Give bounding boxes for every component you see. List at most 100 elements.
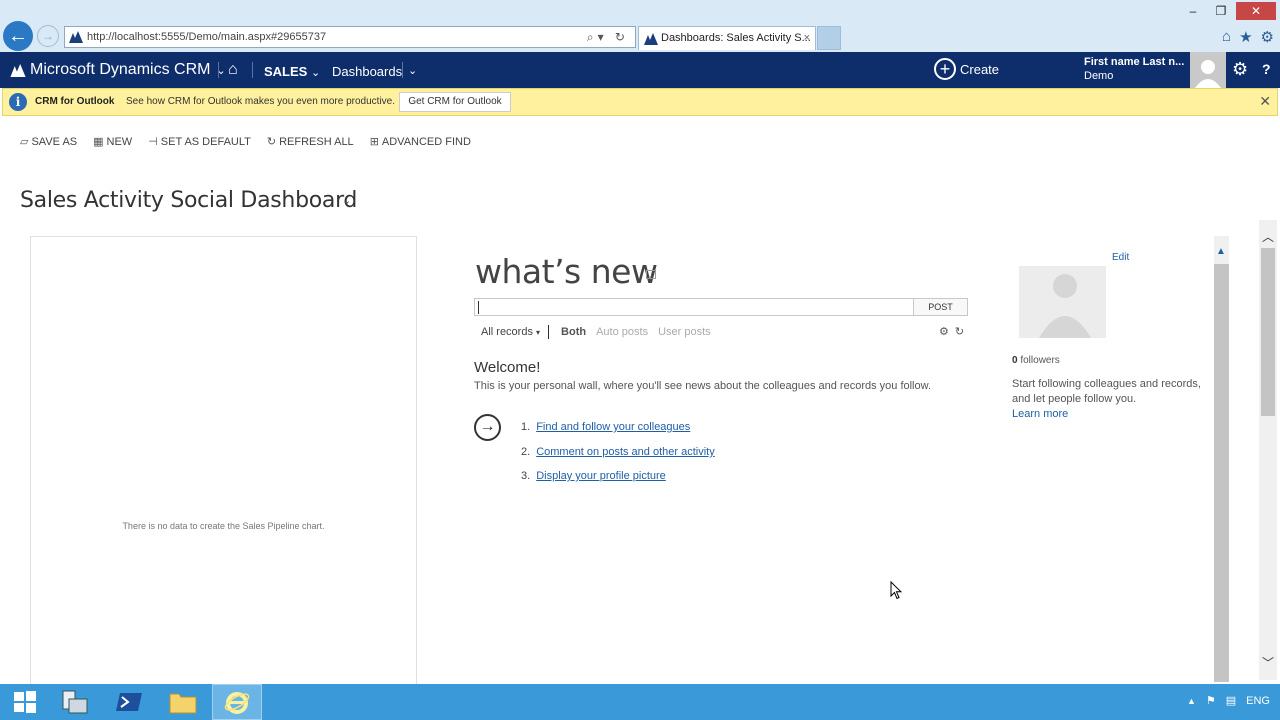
caret-down-icon: ▾ <box>536 328 541 337</box>
start-button[interactable] <box>0 684 50 720</box>
new-tab-button[interactable] <box>817 26 841 50</box>
scrollbar-thumb[interactable] <box>1261 248 1275 416</box>
sales-pipeline-chart-panel: There is no data to create the Sales Pip… <box>30 236 417 696</box>
chevron-down-icon[interactable]: ⌄ <box>408 64 417 77</box>
page-title: Sales Activity Social Dashboard <box>20 188 358 213</box>
plus-circle-icon: + <box>934 58 956 80</box>
filter-user-posts[interactable]: User posts <box>658 326 711 338</box>
find-follow-colleagues-link[interactable]: Find and follow your colleagues <box>536 421 690 433</box>
powershell-icon <box>116 693 142 711</box>
arrow-right-icon: → <box>474 414 501 441</box>
nav-divider <box>402 62 403 78</box>
scrollbar-thumb[interactable] <box>1214 264 1229 682</box>
close-window-button[interactable]: ✕ <box>1236 2 1276 20</box>
action-center-icon[interactable]: ⚑ <box>1206 694 1216 707</box>
address-bar[interactable]: http://localhost:5555/Demo/main.aspx#296… <box>64 26 636 48</box>
avatar[interactable] <box>1190 52 1226 88</box>
get-crm-outlook-button[interactable]: Get CRM for Outlook <box>399 92 511 112</box>
chevron-down-icon[interactable]: ⌄ <box>342 194 351 207</box>
user-name: First name Last n... <box>1084 56 1185 68</box>
learn-more-link[interactable]: Learn more <box>1012 408 1068 420</box>
settings-icon[interactable]: ⚙ <box>939 326 955 338</box>
chart-empty-message: There is no data to create the Sales Pip… <box>122 521 325 531</box>
internet-explorer-button[interactable] <box>212 684 262 720</box>
file-explorer-button[interactable] <box>158 684 208 720</box>
restore-button[interactable]: ❐ <box>1208 2 1234 20</box>
advanced-find-button[interactable]: ⊞ ADVANCED FIND <box>369 135 471 149</box>
tools-icon[interactable]: ⚙ <box>1261 28 1274 46</box>
server-manager-button[interactable] <box>50 684 100 720</box>
welcome-subtitle: This is your personal wall, where you'll… <box>474 380 932 392</box>
nav-divider <box>218 62 219 78</box>
forward-icon[interactable]: → <box>37 25 59 47</box>
search-icon[interactable]: ⌕▾ ↻ <box>587 27 629 47</box>
wall-scrollbar[interactable]: ▲ <box>1214 236 1229 682</box>
comment-posts-link[interactable]: Comment on posts and other activity <box>536 446 715 458</box>
save-as-button[interactable]: ▱ SAVE AS <box>20 135 78 149</box>
dashboards-link[interactable]: Dashboards <box>332 64 402 79</box>
filter-all-records[interactable]: All records ▾ <box>481 326 540 338</box>
followers-count[interactable]: 0 followers <box>1012 355 1060 366</box>
save-as-label: SAVE AS <box>31 135 78 148</box>
post-input[interactable] <box>474 298 914 316</box>
browser-toolbar-icons: ⌂ ★ ⚙ <box>1222 28 1274 46</box>
crm-brand[interactable]: Microsoft Dynamics CRM ⌄ <box>10 61 226 79</box>
refresh-icon[interactable]: ↻ <box>955 326 970 338</box>
address-url: http://localhost:5555/Demo/main.aspx#296… <box>87 31 327 43</box>
info-icon: i <box>9 93 27 111</box>
user-info[interactable]: First name Last n... Demo <box>1084 55 1184 83</box>
chevron-up-icon[interactable]: ▲ <box>1216 246 1226 257</box>
folder-icon <box>169 693 197 714</box>
crm-nav-bar: Microsoft Dynamics CRM ⌄ ⌂ SALES ⌄ Dashb… <box>0 52 1280 88</box>
area-label: SALES <box>264 64 308 79</box>
refresh-all-button[interactable]: ↻ REFRESH ALL <box>267 135 354 149</box>
binoculars-icon: ⊞ <box>369 136 379 148</box>
step-number: 3. <box>521 470 531 482</box>
page-scrollbar[interactable]: ︿ ﹀ <box>1259 220 1277 680</box>
display-profile-picture-link[interactable]: Display your profile picture <box>536 470 666 482</box>
dynamics-logo-icon <box>644 33 658 45</box>
home-icon[interactable]: ⌂ <box>228 61 238 79</box>
powershell-button[interactable] <box>104 684 154 720</box>
filter-both[interactable]: Both <box>561 326 586 338</box>
home-icon[interactable]: ⌂ <box>1222 28 1231 46</box>
network-icon[interactable]: ▤ <box>1226 694 1236 707</box>
gear-icon[interactable]: ⚙ <box>1232 59 1248 80</box>
new-button[interactable]: ▦ NEW <box>93 135 133 149</box>
edit-profile-link[interactable]: Edit <box>1112 252 1129 263</box>
minimize-button[interactable]: – <box>1180 2 1206 20</box>
server-manager-icon <box>62 690 88 714</box>
help-icon[interactable]: ? <box>1262 61 1271 77</box>
notification-message: See how CRM for Outlook makes you even m… <box>126 96 396 107</box>
step-number: 2. <box>521 446 531 458</box>
create-label: Create <box>960 61 1000 77</box>
browser-tab[interactable]: Dashboards: Sales Activity S... × <box>638 26 816 50</box>
refresh-all-label: REFRESH ALL <box>279 135 354 148</box>
browser-chrome: – ❐ ✕ ← → http://localhost:5555/Demo/mai… <box>0 0 1280 52</box>
chevron-up-icon[interactable]: ︿ <box>1262 228 1274 245</box>
favorites-icon[interactable]: ★ <box>1239 28 1252 46</box>
create-button[interactable]: + Create <box>934 58 999 80</box>
caret-up-icon[interactable]: ▲ <box>1187 696 1196 706</box>
tab-title: Dashboards: Sales Activity S... <box>661 32 811 44</box>
popout-icon[interactable] <box>646 270 656 279</box>
internet-explorer-icon <box>224 692 250 714</box>
list-item: 1. Find and follow your colleagues <box>521 421 690 433</box>
brand-label: Microsoft Dynamics CRM <box>30 61 211 78</box>
set-as-default-button[interactable]: ⊣ SET AS DEFAULT <box>148 135 251 149</box>
new-label: NEW <box>106 135 133 148</box>
area-menu[interactable]: SALES ⌄ <box>264 64 320 79</box>
chevron-down-icon[interactable]: ﹀ <box>1262 654 1274 671</box>
back-icon[interactable]: ← <box>3 21 33 51</box>
close-icon[interactable]: ✕ <box>1259 93 1271 110</box>
post-button[interactable]: POST <box>913 298 968 316</box>
language-indicator[interactable]: ENG <box>1246 695 1270 707</box>
filter-auto-posts[interactable]: Auto posts <box>596 326 648 338</box>
profile-picture[interactable] <box>1019 266 1106 338</box>
windows-logo-icon <box>14 691 36 713</box>
tab-close-icon[interactable]: × <box>804 27 810 49</box>
pin-icon: ⊣ <box>148 136 158 148</box>
list-item: 3. Display your profile picture <box>521 470 666 482</box>
followers-label: followers <box>1020 355 1060 366</box>
user-silhouette-icon <box>1195 60 1221 88</box>
